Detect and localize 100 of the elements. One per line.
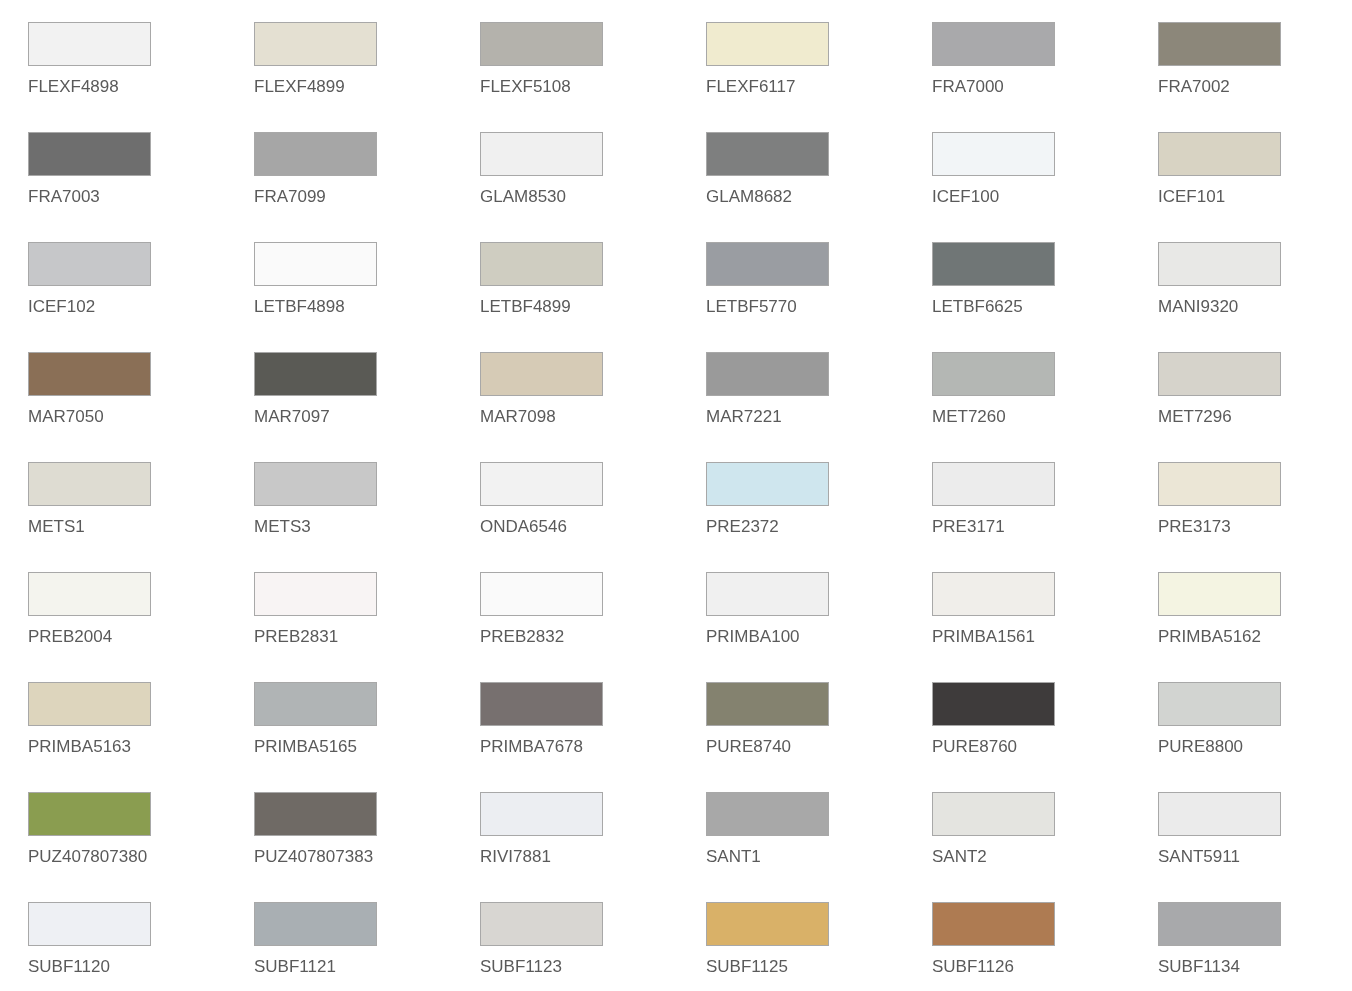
fabric-code: PRIMBA7678 bbox=[480, 737, 583, 757]
fabric-code: MAR7221 bbox=[706, 407, 782, 427]
fabric-swatch[interactable] bbox=[1158, 682, 1281, 726]
fabric-swatch[interactable] bbox=[480, 242, 603, 286]
fabric-code: FRA7000 bbox=[932, 77, 1004, 97]
fabric-code: FRA7002 bbox=[1158, 77, 1230, 97]
fabric-swatch[interactable] bbox=[254, 902, 377, 946]
fabric-code: METS3 bbox=[254, 517, 311, 537]
fabric-swatch[interactable] bbox=[706, 132, 829, 176]
fabric-swatch[interactable] bbox=[28, 22, 151, 66]
fabric-code: SUBF1120 bbox=[28, 957, 110, 977]
fabric-swatch[interactable] bbox=[480, 352, 603, 396]
fabric-swatch[interactable] bbox=[706, 352, 829, 396]
fabric-code: PREB2004 bbox=[28, 627, 113, 647]
fabric-code: ICEF101 bbox=[1158, 187, 1226, 207]
fabric-code: FRA7099 bbox=[254, 187, 326, 207]
fabric-code: PRIMBA100 bbox=[706, 627, 800, 647]
fabric-swatch[interactable] bbox=[932, 902, 1055, 946]
fabric-swatch[interactable] bbox=[1158, 462, 1281, 506]
fabric-swatch[interactable] bbox=[28, 902, 151, 946]
fabric-code: PUZ407807383 bbox=[254, 847, 374, 867]
fabric-code: GLAM8682 bbox=[706, 187, 792, 207]
fabric-code: SANT5911 bbox=[1158, 847, 1240, 867]
fabric-code: MANI9320 bbox=[1158, 297, 1239, 317]
fabric-swatch[interactable] bbox=[480, 132, 603, 176]
fabric-code: LETBF6625 bbox=[932, 297, 1023, 317]
fabric-code: PRIMBA5162 bbox=[1158, 627, 1261, 647]
fabric-swatch[interactable] bbox=[932, 572, 1055, 616]
fabric-swatch[interactable] bbox=[254, 792, 377, 836]
fabric-swatch[interactable] bbox=[254, 242, 377, 286]
fabric-swatch[interactable] bbox=[706, 792, 829, 836]
fabric-code: PREB2831 bbox=[254, 627, 339, 647]
fabric-swatch[interactable] bbox=[706, 22, 829, 66]
fabric-swatch[interactable] bbox=[28, 132, 151, 176]
fabric-swatch[interactable] bbox=[254, 572, 377, 616]
fabric-swatch[interactable] bbox=[480, 572, 603, 616]
fabric-swatch[interactable] bbox=[254, 682, 377, 726]
fabric-swatch[interactable] bbox=[480, 462, 603, 506]
fabric-code: FLEXF6117 bbox=[706, 77, 796, 97]
fabric-code: PREB2832 bbox=[480, 627, 565, 647]
fabric-code: MAR7050 bbox=[28, 407, 104, 427]
fabric-swatch[interactable] bbox=[28, 352, 151, 396]
fabric-code: SANT2 bbox=[932, 847, 987, 867]
fabric-swatch[interactable] bbox=[932, 132, 1055, 176]
fabric-swatch[interactable] bbox=[706, 902, 829, 946]
fabric-code: SUBF1121 bbox=[254, 957, 336, 977]
fabric-code: FRA7003 bbox=[28, 187, 100, 207]
fabric-swatch[interactable] bbox=[1158, 352, 1281, 396]
fabric-code: PRIMBA1561 bbox=[932, 627, 1035, 647]
fabric-code: SUBF1123 bbox=[480, 957, 562, 977]
fabric-code: PRE3173 bbox=[1158, 517, 1231, 537]
fabric-swatch[interactable] bbox=[254, 22, 377, 66]
fabric-code: PRE3171 bbox=[932, 517, 1005, 537]
fabric-swatch[interactable] bbox=[28, 242, 151, 286]
fabric-swatch[interactable] bbox=[1158, 792, 1281, 836]
fabric-swatch[interactable] bbox=[932, 792, 1055, 836]
fabric-code: PURE8740 bbox=[706, 737, 792, 757]
fabric-swatch[interactable] bbox=[1158, 22, 1281, 66]
fabric-code: SUBF1126 bbox=[932, 957, 1014, 977]
fabric-code: SANT1 bbox=[706, 847, 761, 867]
fabric-code: LETBF5770 bbox=[706, 297, 797, 317]
fabric-code: ICEF100 bbox=[932, 187, 1000, 207]
fabric-code: METS1 bbox=[28, 517, 85, 537]
fabric-swatch[interactable] bbox=[1158, 242, 1281, 286]
fabric-swatch[interactable] bbox=[706, 572, 829, 616]
fabric-swatch[interactable] bbox=[1158, 902, 1281, 946]
fabric-code: LETBF4899 bbox=[480, 297, 571, 317]
fabric-swatch[interactable] bbox=[1158, 572, 1281, 616]
fabric-swatch[interactable] bbox=[932, 462, 1055, 506]
fabric-swatch[interactable] bbox=[254, 132, 377, 176]
fabric-code: LETBF4898 bbox=[254, 297, 345, 317]
fabric-code: MAR7098 bbox=[480, 407, 556, 427]
fabric-code: RIVI7881 bbox=[480, 847, 551, 867]
fabric-swatch[interactable] bbox=[28, 682, 151, 726]
fabric-swatch[interactable] bbox=[932, 22, 1055, 66]
fabric-code: GLAM8530 bbox=[480, 187, 566, 207]
fabric-code: ONDA6546 bbox=[480, 517, 567, 537]
fabric-code: FLEXF4898 bbox=[28, 77, 119, 97]
fabric-swatch[interactable] bbox=[28, 572, 151, 616]
fabric-code: PURE8800 bbox=[1158, 737, 1244, 757]
fabric-code: PURE8760 bbox=[932, 737, 1018, 757]
fabric-swatch[interactable] bbox=[706, 242, 829, 286]
fabric-swatch[interactable] bbox=[254, 462, 377, 506]
fabric-code: PUZ407807380 bbox=[28, 847, 148, 867]
fabric-swatch[interactable] bbox=[28, 462, 151, 506]
fabric-swatch[interactable] bbox=[480, 792, 603, 836]
fabric-swatch[interactable] bbox=[932, 352, 1055, 396]
fabric-swatch[interactable] bbox=[1158, 132, 1281, 176]
fabric-swatch[interactable] bbox=[932, 242, 1055, 286]
fabric-swatch[interactable] bbox=[480, 902, 603, 946]
fabric-code: FLEXF5108 bbox=[480, 77, 571, 97]
fabric-swatch[interactable] bbox=[706, 682, 829, 726]
fabric-swatch[interactable] bbox=[480, 682, 603, 726]
fabric-code: MET7260 bbox=[932, 407, 1006, 427]
fabric-swatch[interactable] bbox=[480, 22, 603, 66]
fabric-swatch[interactable] bbox=[254, 352, 377, 396]
fabric-swatch[interactable] bbox=[28, 792, 151, 836]
fabric-swatch[interactable] bbox=[932, 682, 1055, 726]
fabric-swatch[interactable] bbox=[706, 462, 829, 506]
fabric-code: MAR7097 bbox=[254, 407, 330, 427]
